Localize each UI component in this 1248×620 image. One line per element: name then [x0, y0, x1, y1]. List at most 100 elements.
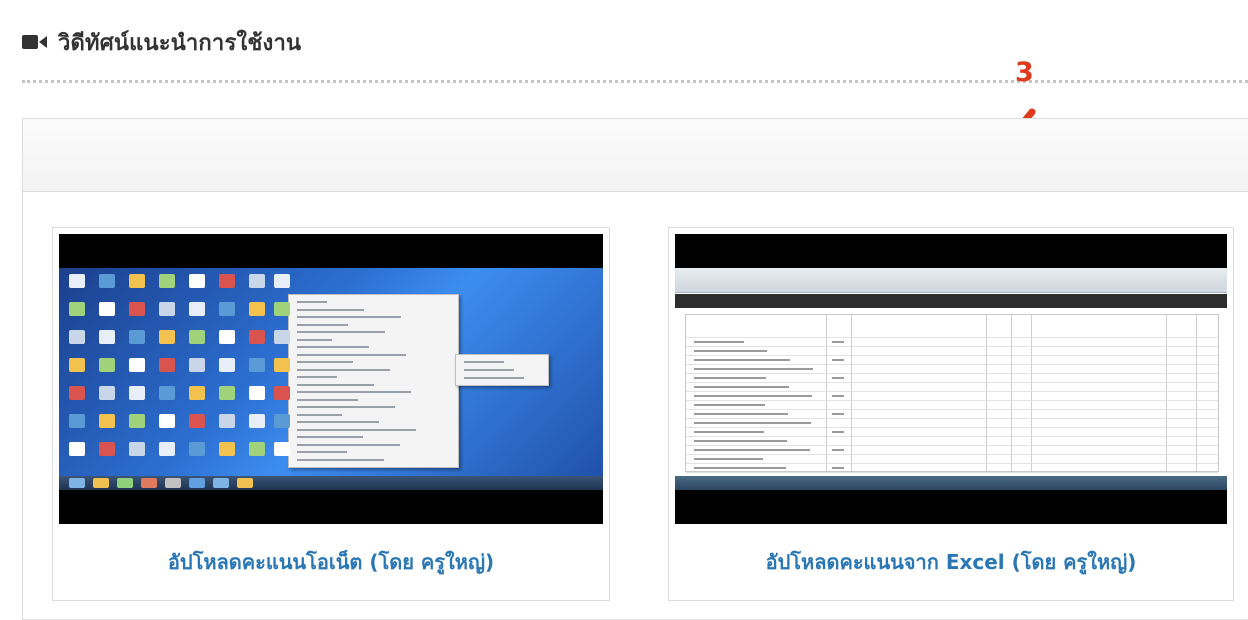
menu-item-line: [297, 346, 369, 348]
menu-item-line: [297, 428, 416, 431]
menu-item-line: [297, 383, 374, 386]
table-row-text: [694, 467, 786, 469]
table-cell-value: [832, 467, 844, 469]
table-row-line: [686, 373, 1218, 374]
menu-item-line: [297, 301, 327, 303]
table-row-line: [686, 355, 1218, 356]
video-thumbnail[interactable]: [59, 234, 603, 524]
table-row-text: [694, 440, 787, 442]
dotted-divider: [22, 80, 1248, 83]
menu-item-line: [297, 331, 385, 333]
desktop-shortcut-icon: [99, 414, 115, 428]
taskbar: [59, 476, 603, 490]
desktop-shortcut-icon: [274, 274, 290, 288]
table-row-line: [686, 337, 1218, 338]
desktop-shortcut-icon: [274, 442, 290, 456]
desktop-shortcut-icon: [249, 358, 265, 372]
table-row-text: [694, 431, 764, 433]
menu-item-line: [297, 398, 358, 401]
site-header-bar: [675, 294, 1227, 308]
video-link-onet[interactable]: อัปโหลดคะแนนโอเน็ต (โดย ครูใหญ่): [53, 546, 609, 578]
table-cell-value: [832, 377, 844, 379]
desktop-shortcut-icon: [189, 358, 205, 372]
desktop-shortcut-icon: [249, 414, 265, 428]
menu-item-line: [297, 323, 348, 326]
taskbar-app-icon: [165, 478, 181, 488]
desktop-shortcut-icon: [189, 302, 205, 316]
table-column-line: [1166, 315, 1167, 471]
table-row-text: [694, 386, 789, 388]
desktop-shortcut-icon: [219, 442, 235, 456]
desktop-shortcut-icon: [274, 358, 290, 372]
section-title: วิดีทัศน์แนะนำการใช้งาน: [58, 30, 302, 56]
table-row-line: [686, 463, 1218, 464]
table-row-line: [686, 400, 1218, 401]
video-card[interactable]: อัปโหลดคะแนนโอเน็ต (โดย ครูใหญ่): [52, 227, 610, 601]
desktop-shortcut-icon: [219, 330, 235, 344]
table-row-text: [694, 458, 763, 460]
table-cell-value: [832, 341, 844, 343]
table-row-line: [686, 454, 1218, 455]
menu-item-line: [297, 421, 379, 423]
desktop-shortcut-icon: [129, 414, 145, 428]
desktop-shortcut-icon: [99, 358, 115, 372]
video-link-excel[interactable]: อัปโหลดคะแนนจาก Excel (โดย ครูใหญ่): [669, 546, 1233, 578]
video-panel: อัปโหลดคะแนนโอเน็ต (โดย ครูใหญ่) อัปโหลด…: [22, 118, 1248, 620]
menu-item-line: [297, 413, 342, 416]
table-cell-value: [832, 431, 844, 433]
taskbar-app-icon: [213, 478, 229, 488]
desktop-shortcut-icon: [69, 274, 85, 288]
table-column-line: [851, 315, 852, 471]
table-row-line: [686, 364, 1218, 365]
menu-item-line: [297, 391, 411, 393]
table-column-line: [1196, 315, 1197, 471]
table-row-line: [686, 427, 1218, 428]
context-menu: [288, 294, 459, 468]
taskbar: [675, 476, 1227, 490]
desktop-shortcut-icon: [69, 302, 85, 316]
desktop-shortcut-icon: [274, 386, 290, 400]
annotation-number: 3: [1015, 57, 1034, 88]
table-row-text: [694, 350, 767, 352]
desktop-shortcut-icon: [189, 414, 205, 428]
desktop-shortcut-icon: [159, 330, 175, 344]
taskbar-app-icon: [141, 478, 157, 488]
desktop-shortcut-icon: [274, 330, 290, 344]
table-row-text: [694, 341, 744, 343]
desktop-shortcut-icon: [69, 414, 85, 428]
submenu-item-line: [464, 361, 504, 363]
desktop-shortcut-icon: [69, 358, 85, 372]
desktop-shortcut-icon: [189, 442, 205, 456]
desktop-screenshot: [59, 268, 603, 490]
desktop-shortcut-icon: [189, 386, 205, 400]
table-row-line: [686, 346, 1218, 347]
taskbar-app-icon: [69, 478, 85, 488]
table-column-line: [1031, 315, 1032, 471]
table-row-line: [686, 418, 1218, 419]
context-submenu: [455, 354, 549, 386]
desktop-shortcut-icon: [249, 386, 265, 400]
submenu-item-line: [464, 377, 524, 379]
desktop-shortcut-icon: [249, 274, 265, 288]
desktop-shortcut-icon: [189, 274, 205, 288]
desktop-shortcut-icon: [129, 274, 145, 288]
menu-item-line: [297, 361, 353, 363]
video-card[interactable]: อัปโหลดคะแนนจาก Excel (โดย ครูใหญ่): [668, 227, 1234, 601]
table-row-line: [686, 436, 1218, 437]
menu-item-line: [297, 338, 332, 341]
table-column-line: [986, 315, 987, 471]
desktop-shortcut-icon: [69, 330, 85, 344]
desktop-shortcut-icon: [274, 302, 290, 316]
desktop-shortcut-icon: [249, 442, 265, 456]
desktop-shortcut-icon: [159, 442, 175, 456]
menu-item-line: [297, 353, 406, 356]
table-column-line: [1011, 315, 1012, 471]
desktop-shortcut-icon: [129, 358, 145, 372]
table-column-line: [826, 315, 827, 471]
table-cell-value: [832, 359, 844, 361]
video-thumbnail[interactable]: [675, 234, 1227, 524]
table-row-text: [694, 359, 790, 361]
video-camera-icon: [22, 33, 48, 51]
desktop-shortcut-icon: [159, 302, 175, 316]
desktop-shortcut-icon: [274, 414, 290, 428]
